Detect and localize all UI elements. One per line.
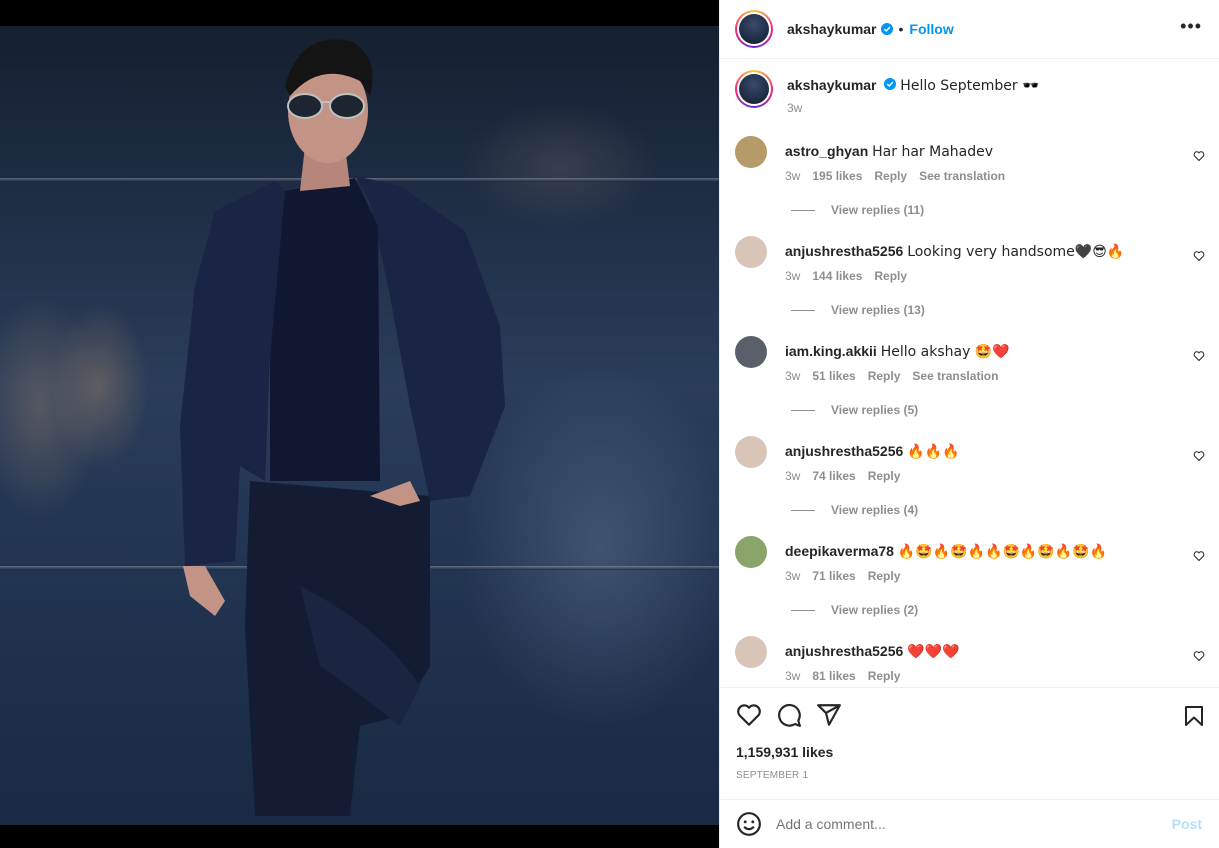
post-header: akshaykumar • Follow ••• — [720, 0, 1219, 59]
bookmark-icon[interactable] — [1182, 704, 1206, 728]
view-replies-button[interactable]: View replies (13) — [791, 303, 1205, 317]
comment-username[interactable]: astro_ghyan — [785, 143, 868, 159]
commenter-avatar[interactable] — [735, 136, 767, 168]
reply-button[interactable]: Reply — [868, 369, 901, 383]
comment-likes[interactable]: 195 likes — [812, 169, 862, 183]
view-replies-button[interactable]: View replies (5) — [791, 403, 1205, 417]
comment-likes[interactable]: 144 likes — [812, 269, 862, 283]
comment-username[interactable]: anjushrestha5256 — [785, 643, 903, 659]
small-heart-icon[interactable] — [1193, 550, 1205, 562]
post-caption: akshaykumar Hello September 🕶️ 3w — [735, 70, 1040, 115]
comment-likes[interactable]: 81 likes — [812, 669, 855, 683]
small-heart-icon[interactable] — [1193, 350, 1205, 362]
post-button[interactable]: Post — [1172, 816, 1202, 832]
reply-button[interactable]: Reply — [874, 269, 907, 283]
view-replies-button[interactable]: View replies (11) — [791, 203, 1205, 217]
commenter-avatar[interactable] — [735, 636, 767, 668]
comment-age: 3w — [785, 669, 801, 683]
comment-item: astro_ghyan Har har Mahadev 3w 195 likes R… — [735, 136, 1205, 217]
separator-dot: • — [898, 21, 904, 37]
post-photo[interactable] — [0, 26, 719, 825]
comment-text: Har har Mahadev — [872, 144, 994, 160]
comment-input[interactable] — [776, 816, 1156, 832]
emoji-icon[interactable] — [736, 811, 762, 837]
post-date: SEPTEMBER 1 — [736, 770, 809, 781]
comment-text: Hello akshay 🤩❤️ — [880, 344, 1010, 360]
follow-button[interactable]: Follow — [909, 21, 953, 37]
comment-text: 🔥🔥🔥 — [907, 444, 960, 460]
comments-list[interactable]: akshaykumar Hello September 🕶️ 3w astro_… — [720, 60, 1219, 688]
comment-icon[interactable] — [776, 702, 802, 728]
small-heart-icon[interactable] — [1193, 150, 1205, 162]
comment-age: 3w — [785, 569, 801, 583]
more-icon[interactable]: ••• — [1180, 16, 1202, 36]
caption-text: Hello September 🕶️ — [900, 78, 1040, 94]
caption-username[interactable]: akshaykumar — [787, 77, 877, 93]
comment-item: deepikaverma78 🔥🤩🔥🤩🔥🔥🤩🔥🤩🔥🤩🔥 3w 71 likes Re… — [735, 536, 1205, 617]
reply-button[interactable]: Reply — [868, 669, 901, 683]
comment-item: anjushrestha5256 Looking very handsome🖤😎… — [735, 236, 1205, 317]
comment-likes[interactable]: 71 likes — [812, 569, 855, 583]
comment-age: 3w — [785, 269, 801, 283]
comment-age: 3w — [785, 369, 801, 383]
author-avatar[interactable] — [735, 10, 773, 48]
comment-text: ❤️❤️❤️ — [907, 644, 960, 660]
person-figure — [180, 39, 505, 816]
add-comment-bar: Post — [720, 799, 1219, 848]
reply-button[interactable]: Reply — [868, 469, 901, 483]
reply-button[interactable]: Reply — [874, 169, 907, 183]
comment-likes[interactable]: 74 likes — [812, 469, 855, 483]
small-heart-icon[interactable] — [1193, 450, 1205, 462]
comment-likes[interactable]: 51 likes — [812, 369, 855, 383]
comment-username[interactable]: anjushrestha5256 — [785, 443, 903, 459]
see-translation-button[interactable]: See translation — [919, 169, 1005, 183]
reply-button[interactable]: Reply — [868, 569, 901, 583]
comment-item: anjushrestha5256 🔥🔥🔥 3w 74 likes Reply Vie… — [735, 436, 1205, 517]
comment-text: Looking very handsome🖤😎🔥 — [907, 244, 1125, 260]
comment-username[interactable]: iam.king.akkii — [785, 343, 877, 359]
commenter-avatar[interactable] — [735, 436, 767, 468]
comment-age: 3w — [785, 169, 801, 183]
author-username[interactable]: akshaykumar — [787, 21, 877, 37]
share-icon[interactable] — [816, 702, 842, 728]
caption-age: 3w — [787, 101, 803, 115]
caption-avatar[interactable] — [735, 70, 773, 108]
post-actions: 1,159,931 likes SEPTEMBER 1 — [720, 690, 1219, 800]
view-replies-button[interactable]: View replies (2) — [791, 603, 1205, 617]
post-panel: akshaykumar • Follow ••• akshaykumar Hel… — [719, 0, 1219, 848]
see-translation-button[interactable]: See translation — [912, 369, 998, 383]
comment-username[interactable]: deepikaverma78 — [785, 543, 894, 559]
comment-item: anjushrestha5256 ❤️❤️❤️ 3w 81 likes Reply — [735, 636, 1205, 683]
comment-item: iam.king.akkii Hello akshay 🤩❤️ 3w 51 lik… — [735, 336, 1205, 417]
comment-text: 🔥🤩🔥🤩🔥🔥🤩🔥🤩🔥🤩🔥 — [897, 544, 1108, 560]
small-heart-icon[interactable] — [1193, 250, 1205, 262]
comment-username[interactable]: anjushrestha5256 — [785, 243, 903, 259]
commenter-avatar[interactable] — [735, 236, 767, 268]
comment-age: 3w — [785, 469, 801, 483]
commenter-avatar[interactable] — [735, 336, 767, 368]
post-media — [0, 0, 719, 848]
likes-count[interactable]: 1,159,931 likes — [736, 744, 833, 760]
verified-icon — [884, 78, 897, 90]
small-heart-icon[interactable] — [1193, 650, 1205, 662]
heart-icon[interactable] — [736, 702, 762, 728]
verified-icon — [880, 23, 893, 35]
commenter-avatar[interactable] — [735, 536, 767, 568]
view-replies-button[interactable]: View replies (4) — [791, 503, 1205, 517]
